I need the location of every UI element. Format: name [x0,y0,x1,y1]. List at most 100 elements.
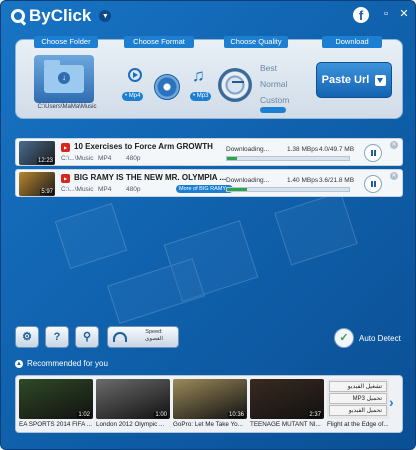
download-path: C:\...\Music [61,186,94,193]
quality-selector[interactable]: Best Normal Custom [212,54,302,114]
download-row[interactable]: 12:23 ▶ 10 Exercises to Force Arm GROWTH… [15,138,403,166]
speed-label: Speed: [145,329,163,335]
folder-path: C:\Users\MaMa\Music [37,104,97,110]
download-format: MP4 [98,186,112,193]
video-duration: 1:00 [154,412,168,418]
quality-best-option[interactable]: Best [260,63,277,73]
speed-button[interactable]: Speed: القصوى [107,326,179,348]
download-icon [375,74,387,86]
remove-download-icon[interactable]: ✕ [390,141,398,149]
app-logo[interactable]: ByClick ▼ [11,6,112,26]
disc-icon [154,74,180,100]
auto-detect-toggle[interactable]: ✓ Auto Detect [334,327,401,349]
download-speed: 1.40 MBps [287,177,319,184]
download-label: Download [322,36,382,48]
video-title: London 2012 Olympic ... [96,421,165,428]
settings-panel: Choose Folder ↓ C:\Users\MaMa\Music Choo… [15,36,403,119]
quality-normal-option[interactable]: Normal [260,79,287,89]
download-path: C:\...\Music [61,155,94,162]
title-bar: ByClick ▼ f ▫ ✕ [1,1,415,29]
app-window: ByClick ▼ f ▫ ✕ Choose Folder ↓ C:\Users… [0,0,416,450]
video-thumbnail[interactable]: 2:37 [250,379,324,419]
progress-fill [227,188,247,191]
speedometer-icon [113,332,127,342]
recommended-label: Recommended for you [27,359,108,368]
download-list: 12:23 ▶ 10 Exercises to Force Arm GROWTH… [15,135,403,315]
app-menu-chevron-icon[interactable]: ▼ [99,10,112,22]
knob-indicator [232,81,244,83]
download-progress-bar [226,187,350,192]
format-selector[interactable]: ♫ • Mp4 • Mp3 [120,54,212,114]
download-title: BIG RAMY IS THE NEW MR. OLYMPIA ... [74,173,227,182]
quality-custom-slider[interactable] [260,107,286,113]
recommended-panel: 1:02 EA SPORTS 2014 FIFA ... 1:00 London… [15,375,403,433]
format-mp3-option[interactable]: • Mp3 [190,92,212,101]
music-note-icon: ♫ [192,66,205,85]
pause-button[interactable] [364,175,382,193]
search-icon[interactable]: ⚲ [75,326,99,348]
choose-folder-label: Choose Folder [34,36,98,48]
video-title: GoPro: Let Me Take Yo... [173,421,243,428]
recommended-video[interactable]: 10:36 GoPro: Let Me Take Yo... [173,379,247,428]
choose-format-label: Choose Format [124,36,194,48]
more-from-channel-tag[interactable]: More of BIG RAMY... [176,185,233,193]
video-duration: 2:37 [308,412,322,418]
minimize-button[interactable]: ▫ [381,9,391,20]
paste-url-label: Paste Url [321,74,370,86]
next-arrow-icon[interactable]: › [389,394,394,410]
byclick-logo-icon [11,9,25,23]
youtube-icon: ▶ [61,143,70,152]
facebook-icon[interactable]: f [353,7,369,23]
video-duration: 5:97 [40,189,54,195]
choose-quality-label: Choose Quality [224,36,288,48]
video-context-menu[interactable]: تشغيل الفيديو تحميل MP3 تحميل الفيديو [327,379,389,419]
folder-icon: ↓ [44,60,84,93]
download-size: 3.6/21.8 MB [319,177,355,184]
video-play-icon [128,68,142,82]
recommended-video[interactable]: 2:37 TEENAGE MUTANT NI... [250,379,324,428]
recommended-video[interactable]: 1:00 London 2012 Olympic ... [96,379,170,428]
download-quality: 480p [126,186,141,193]
speed-value: القصوى [145,336,163,342]
quality-custom-option[interactable]: Custom [260,95,289,105]
remove-download-icon[interactable]: ✕ [390,172,398,180]
recommended-video[interactable]: 1:02 EA SPORTS 2014 FIFA ... [19,379,93,428]
video-duration: 10:36 [227,412,245,418]
video-thumbnail: 5:97 [19,172,55,196]
auto-detect-label: Auto Detect [359,333,401,343]
auto-detect-icon: ✓ [334,328,354,348]
download-arrow-icon: ↓ [58,72,70,84]
recommended-video[interactable]: تشغيل الفيديو تحميل MP3 تحميل الفيديو Fl… [327,379,389,428]
download-status: Downloading... [226,146,269,153]
download-progress-bar [226,156,350,161]
download-speed: 1.38 MBps [287,146,319,153]
video-thumbnail[interactable]: 1:00 [96,379,170,419]
settings-gear-icon[interactable]: ⚙ [15,326,39,348]
format-mp4-option[interactable]: • Mp4 [122,92,144,101]
collapse-chevron-icon[interactable]: ▲ [15,360,23,368]
quality-knob-icon[interactable] [218,68,252,102]
download-size: 4.0/49.7 MB [319,146,355,153]
menu-download-video[interactable]: تحميل الفيديو [329,405,387,416]
close-button[interactable]: ✕ [399,9,409,20]
video-title: Flight at the Edge of... [327,421,389,428]
menu-play-video[interactable]: تشغيل الفيديو [329,381,387,392]
app-title: ByClick [29,6,92,25]
download-title: 10 Exercises to Force Arm GROWTH [74,142,213,151]
video-duration: 1:02 [77,412,91,418]
recommended-header[interactable]: ▲ Recommended for you [1,358,415,370]
video-title: TEENAGE MUTANT NI... [250,421,321,428]
youtube-icon: ▶ [61,174,70,183]
video-thumbnail[interactable]: 1:02 [19,379,93,419]
choose-folder-button[interactable]: ↓ [34,55,94,103]
paste-url-button[interactable]: Paste Url [316,62,392,98]
help-button[interactable]: ? [45,326,69,348]
pause-button[interactable] [364,144,382,162]
video-thumbnail[interactable]: 10:36 [173,379,247,419]
video-duration: 12:23 [36,158,54,164]
menu-download-mp3[interactable]: تحميل MP3 [329,393,387,404]
download-row[interactable]: 5:97 ▶ BIG RAMY IS THE NEW MR. OLYMPIA .… [15,169,403,197]
download-quality: 480p [126,155,141,162]
video-title: EA SPORTS 2014 FIFA ... [19,421,93,428]
download-status: Downloading... [226,177,269,184]
